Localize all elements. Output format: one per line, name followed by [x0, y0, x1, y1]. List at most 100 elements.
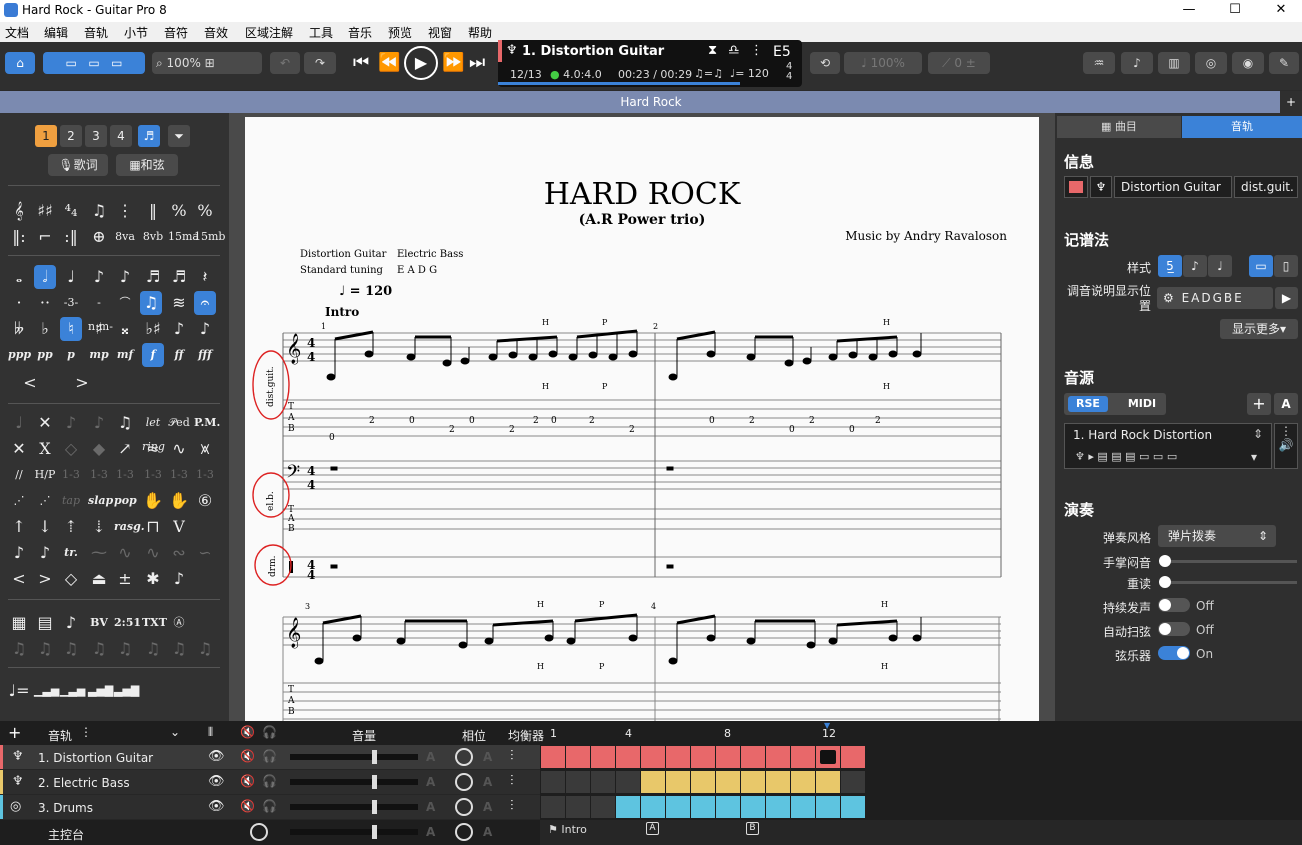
eq-icon[interactable]: ⫶ [510, 773, 514, 789]
master-volume-fader[interactable] [290, 825, 418, 839]
dynamic-mp-icon[interactable]: mp [88, 343, 110, 367]
add-track-button[interactable]: + [8, 723, 21, 742]
tap-icon[interactable]: tap [60, 489, 82, 513]
auto-volume-icon[interactable]: ♫ [34, 637, 56, 661]
timeline-cell[interactable] [591, 771, 615, 793]
auto-volume-icon[interactable]: A [426, 775, 435, 789]
slide-icon[interactable]: // [8, 463, 30, 487]
rse-option[interactable]: RSE [1068, 396, 1108, 412]
volume-fader[interactable] [290, 800, 418, 814]
timeline-cell[interactable] [741, 796, 765, 818]
arpeggio-up-icon[interactable]: ⇡ [60, 515, 82, 539]
double-flat-icon[interactable]: 𝄫 [8, 317, 30, 341]
palm-mute-slider[interactable] [1165, 560, 1297, 563]
undo-button[interactable]: ↶ [270, 52, 300, 74]
timeline-cell[interactable] [616, 746, 640, 768]
barre-icon[interactable]: BV [88, 611, 110, 635]
tuplet-icon[interactable]: -n:m- [88, 291, 113, 333]
solo-icon[interactable]: 🎧 [262, 749, 277, 763]
ghost-note-icon[interactable]: ♩ [8, 411, 30, 435]
table-icon[interactable]: ▤ [34, 611, 56, 635]
automation-bars2-icon[interactable]: ▃▅▇ [114, 679, 139, 703]
right-hand-icon[interactable]: ✋ [168, 489, 190, 513]
dynamic-ff-icon[interactable]: ff [168, 343, 190, 367]
tie-icon[interactable]: ♫ [140, 291, 162, 315]
timeline-cell[interactable] [716, 746, 740, 768]
wide-vibrato-bar-icon[interactable]: ∾ [168, 541, 190, 565]
collapse-icon[interactable]: ⌄ [170, 725, 180, 739]
sustain-toggle[interactable] [1158, 598, 1190, 612]
notation-standard-icon[interactable]: ♪ [1183, 255, 1207, 277]
section-marker-icon[interactable]: Ⓐ [168, 611, 190, 635]
auto-pan-icon[interactable]: A [483, 775, 492, 789]
palm-mute-icon[interactable]: P.M. [194, 411, 220, 435]
sound-engine-switch[interactable]: RSE MIDI [1064, 393, 1166, 415]
timeline-cell[interactable] [541, 746, 565, 768]
key-signature-icon[interactable]: ♯♯ [34, 199, 56, 223]
last-bar-button[interactable]: ⏭ [469, 52, 485, 73]
string-instrument-toggle[interactable] [1158, 646, 1190, 660]
artificial-harmonic-icon[interactable]: ◆ [88, 437, 110, 461]
redo-button[interactable]: ↷ [304, 52, 336, 74]
tuning-play-icon[interactable]: ▶ [1275, 287, 1298, 309]
chevron-updown-icon[interactable]: ⇕ [1253, 427, 1263, 441]
menu-item-bar[interactable]: 小节 [124, 24, 148, 41]
guitar-view-icon[interactable]: ♪ [1121, 52, 1153, 74]
play-button[interactable]: ▶ [404, 46, 438, 80]
waveform-icon[interactable]: ♒ [1083, 52, 1115, 74]
master-auto-pan-icon[interactable]: A [483, 825, 492, 839]
alternate-ending-icon[interactable]: ⌐ [34, 225, 56, 249]
mute-all-icon[interactable]: 🔇 [240, 725, 255, 739]
more-icon[interactable]: ⋮ [750, 43, 763, 58]
mute-icon[interactable]: 🔇 [240, 799, 255, 813]
rasgueado-icon[interactable]: rasg. [114, 515, 145, 539]
quindicesima-bassa-icon[interactable]: 15mb [194, 225, 225, 249]
maximize-button[interactable]: ☐ [1212, 0, 1258, 22]
track-name[interactable]: 1. Distortion Guitar [38, 751, 153, 765]
mute-icon[interactable]: 🔇 [240, 774, 255, 788]
midi-option[interactable]: MIDI [1122, 396, 1162, 412]
menu-item-effects[interactable]: 音效 [204, 24, 228, 41]
timeline-cell[interactable] [691, 771, 715, 793]
ottava-bassa-icon[interactable]: 8vb [142, 225, 164, 249]
notation-slash-icon[interactable]: ♩ [1208, 255, 1232, 277]
wide-vibrato-icon[interactable]: ⩙ [194, 437, 216, 461]
tab-song[interactable]: ▦ 曲目 [1057, 116, 1181, 138]
menu-item-edit[interactable]: 编辑 [44, 24, 68, 41]
tracks-layout-icon[interactable]: ⫴ [208, 725, 213, 740]
layout-buttons[interactable]: ▭ ▭ ▭ [43, 52, 145, 74]
velocity-control[interactable]: ♩ 100% [844, 52, 922, 74]
menu-item-section[interactable]: 区域注解 [245, 24, 293, 41]
pick-stroke-down-icon[interactable]: ⊓ [142, 515, 164, 539]
tracks-menu-icon[interactable]: ⋮ [80, 725, 92, 739]
eighth-note-icon[interactable]: ♪ [88, 265, 110, 289]
minimize-button[interactable]: — [1166, 0, 1212, 22]
auto-pan-icon[interactable]: ♫ [60, 637, 82, 661]
timeline-cell[interactable] [841, 771, 865, 793]
dynamic-f-icon[interactable]: f [142, 343, 164, 367]
eq-icon[interactable]: ⫶ [510, 748, 514, 764]
track-name[interactable]: 3. Drums [38, 801, 93, 815]
timeline-cell[interactable] [541, 796, 565, 818]
timeline-cell[interactable] [791, 746, 815, 768]
natural-harmonic-icon[interactable]: ◇ [60, 437, 82, 461]
dead-note-icon[interactable]: ✕ [34, 411, 56, 435]
lcd-triplet-feel[interactable]: ♫=♫ [694, 67, 723, 80]
auto-mute-icon[interactable]: ♫ [168, 637, 190, 661]
solo-icon[interactable]: 🎧 [262, 799, 277, 813]
sound-options-icon[interactable]: ⋮ 🔊 [1274, 423, 1298, 469]
vibrato-icon[interactable]: ∿ [168, 437, 190, 461]
volume-fader[interactable] [290, 750, 418, 764]
32nd-note-icon[interactable]: ♬ [142, 265, 164, 289]
sixteenth-note-icon[interactable]: ♪ [114, 265, 136, 289]
auto-tempo-icon[interactable]: ♫ [88, 637, 110, 661]
auto-volume-icon[interactable]: A [426, 750, 435, 764]
pan-knob[interactable] [455, 773, 473, 791]
timeline-cell[interactable] [791, 771, 815, 793]
drum-view-icon[interactable]: ◎ [1195, 52, 1227, 74]
flat-icon[interactable]: ♭ [34, 317, 56, 341]
automation-m-icon[interactable]: ▁▃▅ [34, 679, 59, 703]
automation-bars-icon[interactable]: ▃▅▇ [88, 679, 113, 703]
tuplet-6-icon[interactable]: 1-3 [114, 463, 136, 487]
track-name-field[interactable]: Distortion Guitar [1114, 176, 1232, 198]
